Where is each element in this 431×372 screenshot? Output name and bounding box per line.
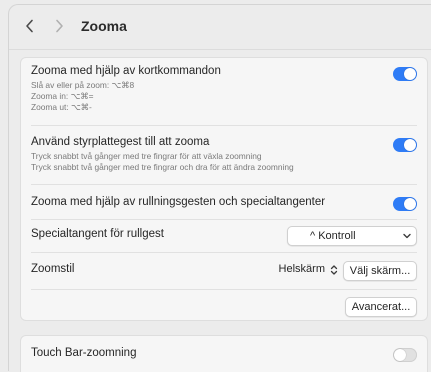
keyboard-zoom-out-shortcut: Zooma ut: ⌥⌘- [31,102,92,112]
divider [31,289,417,290]
divider [31,184,417,185]
toggle-knob [404,68,416,80]
toggle-knob [404,139,416,151]
divider [31,219,417,220]
trackpad-zoom-toggle[interactable] [393,138,417,152]
up-down-arrows-icon[interactable] [329,263,339,277]
touchbar-zoom-title: Touch Bar-zoomning [31,347,137,359]
page-title: Zooma [81,18,127,34]
scroll-zoom-toggle[interactable] [393,197,417,211]
zoom-settings-card: Zooma med hjälp av kortkommandon Slå av … [20,57,428,321]
keyboard-zoom-title: Zooma med hjälp av kortkommandon [31,65,221,77]
divider [31,252,417,253]
settings-window: Zooma Zooma med hjälp av kortkommandon S… [8,4,431,372]
chevron-right-icon [56,19,63,33]
modifier-key-label: Specialtangent för rullgest [31,228,164,240]
forward-button[interactable] [50,17,68,35]
toggle-knob [394,349,406,361]
touchbar-card: Touch Bar-zoomning [20,335,428,372]
back-button[interactable] [21,17,39,35]
modifier-key-popup[interactable]: ^ Kontroll [287,226,417,246]
zoom-style-label: Zoomstil [31,263,75,275]
keyboard-zoom-in-shortcut: Zooma in: ⌥⌘= [31,91,94,101]
trackpad-zoom-hint-toggle: Tryck snabbt två gånger med tre fingrar … [31,151,262,161]
zoom-style-value[interactable]: Helskärm [279,263,325,275]
touchbar-zoom-toggle[interactable] [393,348,417,362]
choose-display-button[interactable]: Välj skärm... [343,261,417,281]
chevron-left-icon [26,19,33,33]
toggle-knob [404,198,416,210]
advanced-button[interactable]: Avancerat... [345,297,417,317]
scroll-zoom-title: Zooma med hjälp av rullningsgesten och s… [31,196,326,208]
trackpad-zoom-hint-drag: Tryck snabbt två gånger med tre fingrar … [31,162,294,172]
divider [31,125,417,126]
keyboard-zoom-toggle-shortcut: Slå av eller på zoom: ⌥⌘8 [31,80,135,90]
modifier-key-value: ^ Kontroll [310,230,356,242]
titlebar: Zooma [9,5,431,50]
trackpad-zoom-title: Använd styrplattegest till att zooma [31,136,210,148]
chevron-down-icon [403,227,411,251]
keyboard-zoom-toggle[interactable] [393,67,417,81]
